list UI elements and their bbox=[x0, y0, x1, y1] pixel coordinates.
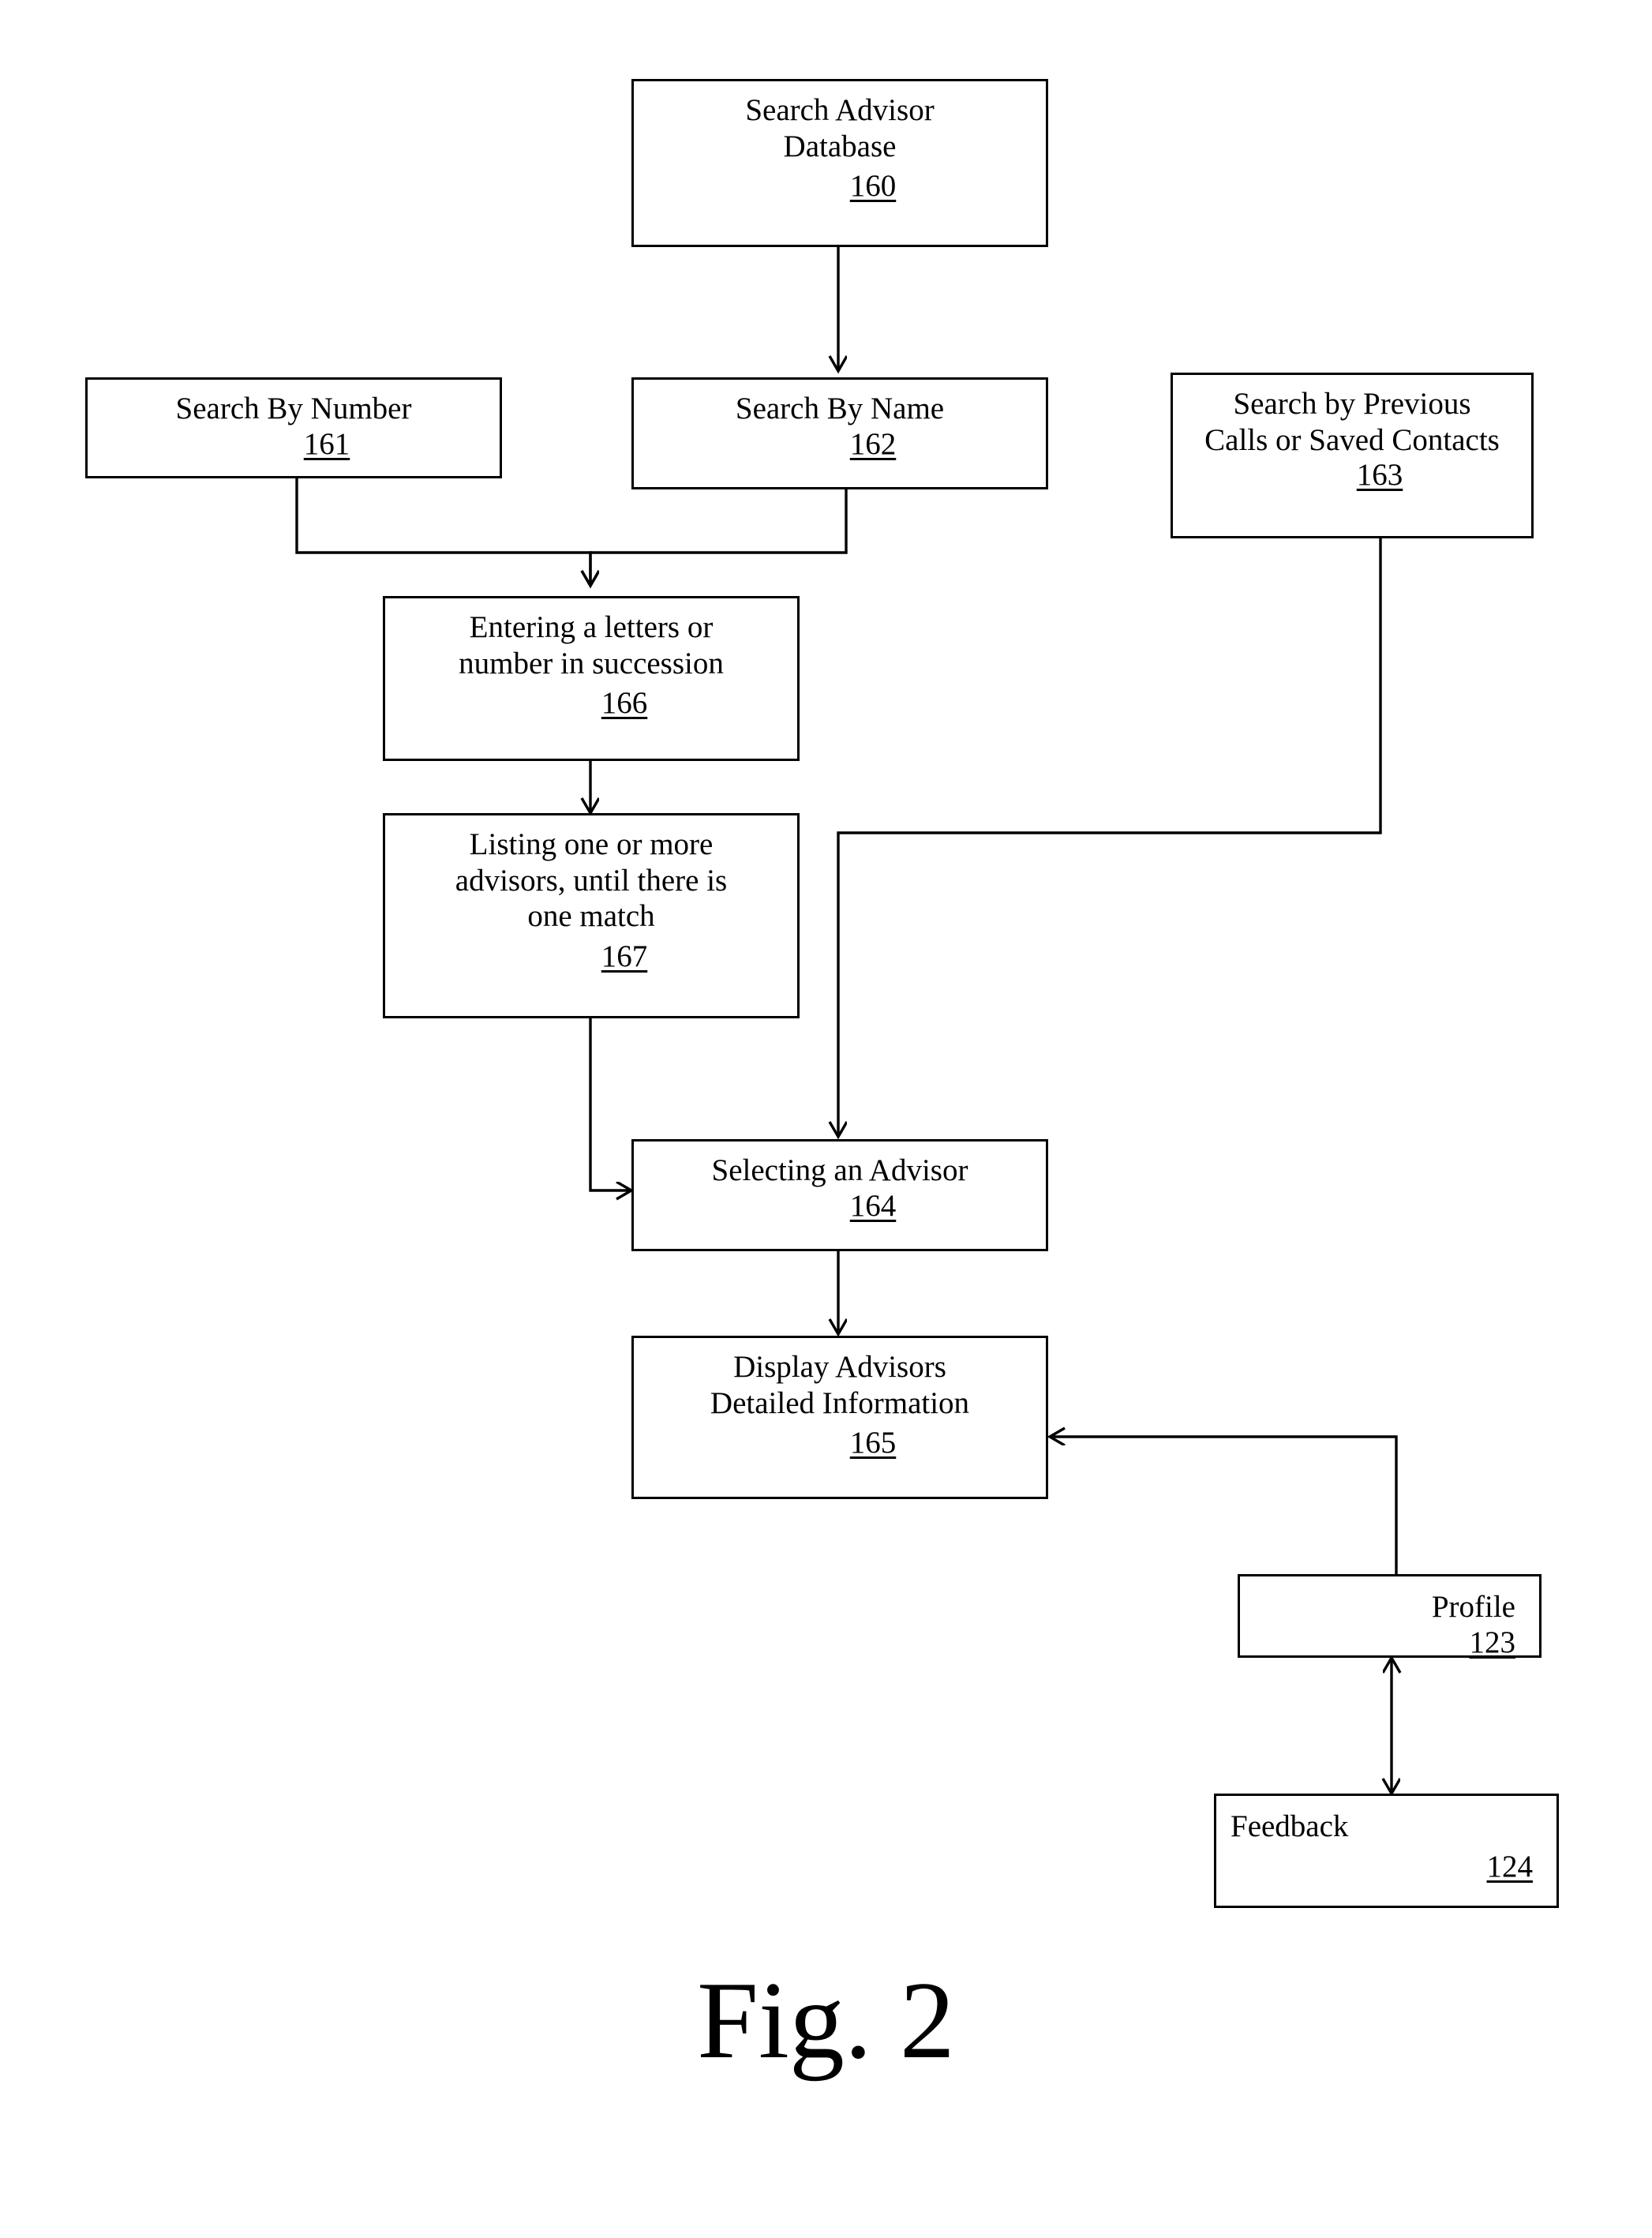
node-listing-advisors[interactable]: Listing one or more advisors, until ther… bbox=[383, 813, 800, 1018]
connector-162-to-166 bbox=[590, 489, 848, 586]
node-selecting-an-advisor-text: Selecting an Advisor bbox=[711, 1153, 968, 1187]
node-listing-advisors-ref: 167 bbox=[601, 939, 648, 973]
node-search-by-previous-calls-text: Search by Previous Calls or Saved Contac… bbox=[1204, 387, 1500, 457]
node-feedback-ref: 124 bbox=[1486, 1849, 1534, 1884]
node-search-by-previous-calls[interactable]: Search by Previous Calls or Saved Contac… bbox=[1171, 373, 1534, 538]
node-search-by-previous-calls-ref: 163 bbox=[1356, 458, 1403, 493]
node-search-by-number-ref: 161 bbox=[303, 426, 350, 461]
connector-163-to-164 bbox=[838, 538, 1382, 1137]
node-search-by-name-ref: 162 bbox=[849, 426, 897, 461]
node-entering-letters-or-number-text: Entering a letters or number in successi… bbox=[459, 610, 724, 680]
node-display-advisor-details-text: Display Advisors Detailed Information bbox=[710, 1350, 970, 1420]
node-display-advisor-details[interactable]: Display Advisors Detailed Information 16… bbox=[631, 1336, 1048, 1499]
connector-profile-to-165 bbox=[1050, 1437, 1398, 1574]
figure-caption: Fig. 2 bbox=[697, 1959, 955, 2082]
node-search-by-name-text: Search By Name bbox=[735, 392, 945, 425]
figure-page: Search Advisor Database 160 Search By Nu… bbox=[0, 0, 1652, 2238]
node-search-advisor-database-ref: 160 bbox=[849, 169, 897, 204]
node-feedback[interactable]: Feedback 124 bbox=[1214, 1794, 1559, 1908]
node-profile-text: Profile bbox=[1431, 1590, 1515, 1624]
node-entering-letters-or-number-ref: 166 bbox=[601, 686, 648, 721]
connector-161-to-166 bbox=[295, 478, 590, 586]
node-search-by-number-text: Search By Number bbox=[175, 392, 412, 425]
node-profile[interactable]: Profile 123 bbox=[1238, 1574, 1541, 1659]
node-profile-ref: 123 bbox=[1469, 1625, 1516, 1659]
node-selecting-an-advisor[interactable]: Selecting an Advisor 164 bbox=[631, 1139, 1048, 1251]
node-search-advisor-database[interactable]: Search Advisor Database 160 bbox=[631, 79, 1048, 247]
node-search-by-name[interactable]: Search By Name 162 bbox=[631, 377, 1048, 489]
node-search-by-number[interactable]: Search By Number 161 bbox=[85, 377, 502, 478]
node-feedback-text: Feedback bbox=[1231, 1809, 1349, 1843]
node-selecting-an-advisor-ref: 164 bbox=[849, 1188, 897, 1223]
node-listing-advisors-text: Listing one or more advisors, until ther… bbox=[455, 827, 728, 934]
node-entering-letters-or-number[interactable]: Entering a letters or number in successi… bbox=[383, 596, 800, 761]
connector-167-to-164 bbox=[589, 1018, 631, 1190]
node-search-advisor-database-text: Search Advisor Database bbox=[745, 93, 935, 163]
node-display-advisor-details-ref: 165 bbox=[849, 1426, 897, 1460]
